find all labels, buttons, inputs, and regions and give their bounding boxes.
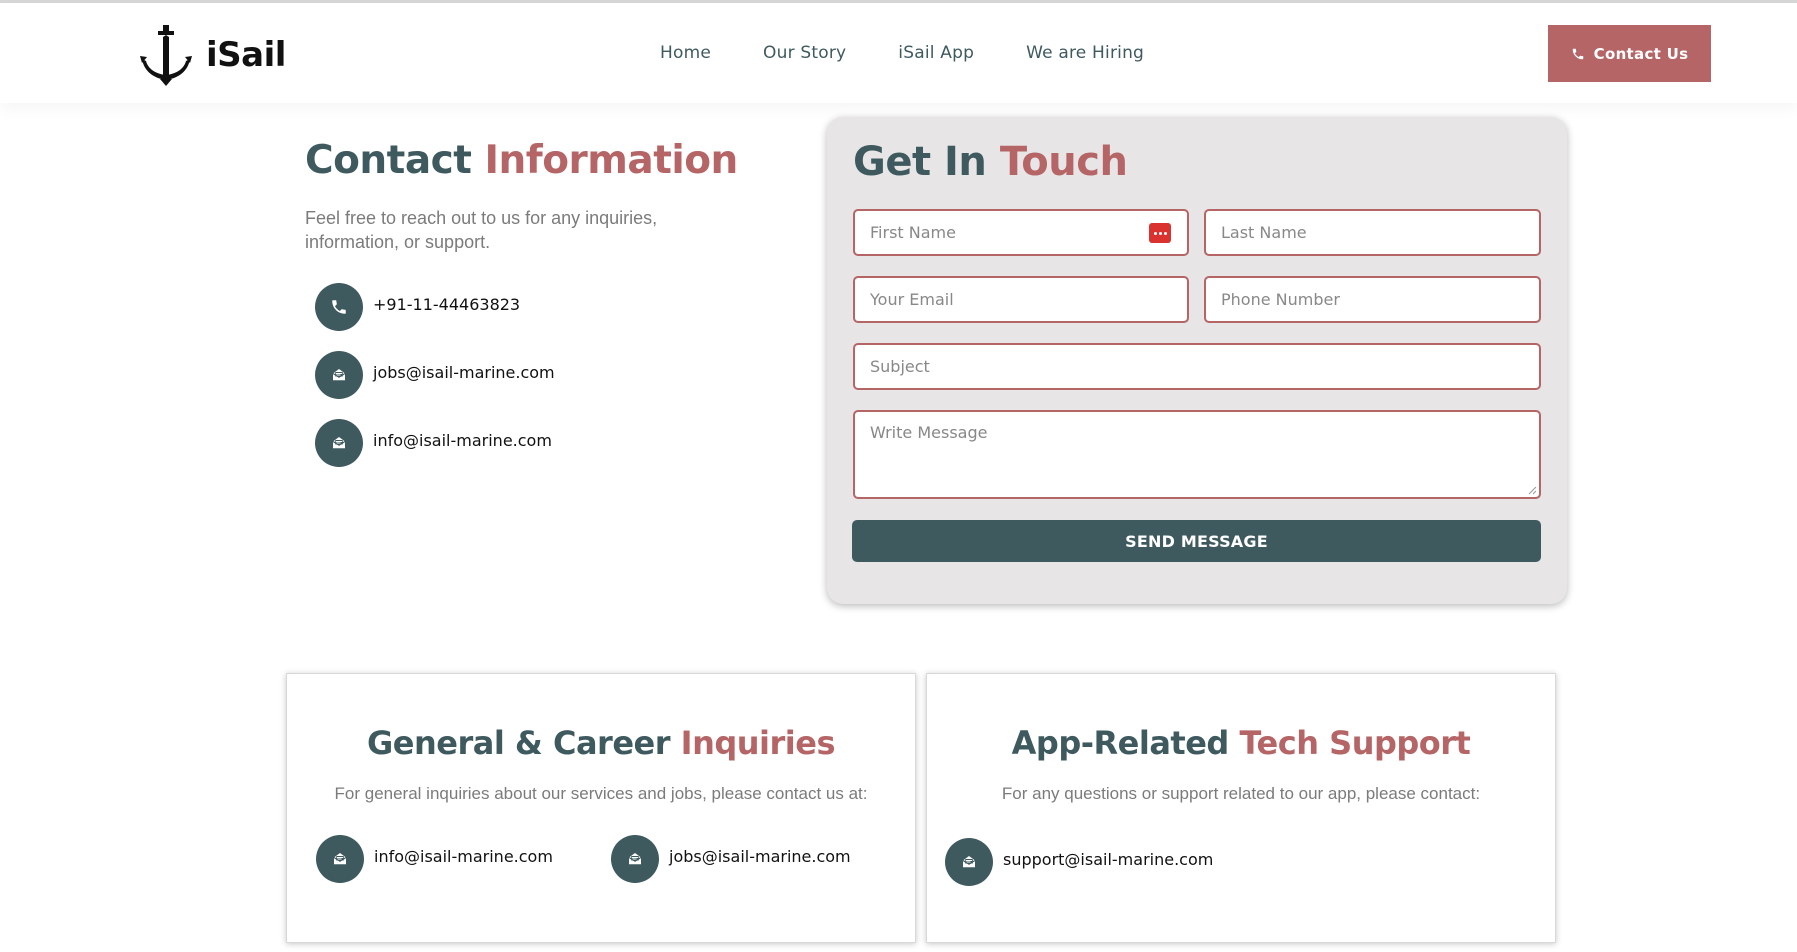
mail-icon-badge: [945, 838, 993, 886]
main-nav: Home Our Story iSail App We are Hiring: [660, 43, 1196, 63]
nav-home[interactable]: Home: [660, 43, 711, 63]
resize-handle-icon[interactable]: [1527, 485, 1537, 495]
mail-open-icon: [332, 437, 346, 449]
contact-info-description: Feel free to reach out to us for any inq…: [305, 208, 658, 252]
mail-icon-badge: [315, 351, 363, 399]
password-manager-icon[interactable]: [1149, 223, 1171, 243]
contact-info-email[interactable]: info@isail-marine.com: [373, 431, 552, 450]
form-title: Get In Touch: [853, 139, 1128, 185]
email-placeholder: Your Email: [870, 290, 954, 309]
form-title-part2: Touch: [999, 139, 1128, 185]
subject-placeholder: Subject: [870, 357, 930, 376]
contact-info-email-item: info@isail-marine.com: [315, 419, 552, 467]
contact-us-button[interactable]: Contact Us: [1548, 25, 1711, 82]
general-card-description: For general inquiries about our services…: [334, 784, 868, 803]
tech-support-email-item: support@isail-marine.com: [945, 838, 1213, 886]
nav-our-story[interactable]: Our Story: [763, 43, 846, 63]
tech-card-title-part1: App-Related: [1011, 724, 1230, 762]
tech-support-email[interactable]: support@isail-marine.com: [1003, 850, 1213, 869]
first-name-placeholder: First Name: [870, 223, 956, 242]
phone-number-field[interactable]: Phone Number: [1204, 276, 1541, 323]
general-card-title-part2: Inquiries: [680, 724, 836, 762]
contact-jobs-email[interactable]: jobs@isail-marine.com: [373, 363, 555, 382]
nav-we-are-hiring[interactable]: We are Hiring: [1026, 43, 1144, 63]
contact-info-title-part1: Contact: [305, 138, 472, 183]
tech-card-description: For any questions or support related to …: [1001, 784, 1481, 803]
phone-icon: [332, 300, 346, 314]
general-jobs-email[interactable]: jobs@isail-marine.com: [669, 847, 851, 866]
site-header: iSail Home Our Story iSail App We are Hi…: [0, 3, 1797, 103]
email-field[interactable]: Your Email: [853, 276, 1189, 323]
last-name-placeholder: Last Name: [1221, 223, 1307, 242]
mail-open-icon: [628, 853, 642, 865]
logo-text: iSail: [206, 35, 286, 75]
contact-form-card: Get In Touch First Name Last Name Your E…: [827, 117, 1567, 604]
last-name-field[interactable]: Last Name: [1204, 209, 1541, 256]
anchor-icon: [140, 25, 192, 86]
general-card-title-part1: General & Career: [366, 724, 671, 762]
nav-isail-app[interactable]: iSail App: [898, 43, 974, 63]
mail-open-icon: [962, 856, 976, 868]
general-info-email-item: info@isail-marine.com: [316, 835, 553, 883]
contact-us-label: Contact Us: [1593, 44, 1689, 63]
send-message-button[interactable]: SEND MESSAGE: [852, 520, 1541, 562]
contact-jobs-email-item: jobs@isail-marine.com: [315, 351, 555, 399]
message-textarea[interactable]: Write Message: [853, 410, 1541, 499]
mail-open-icon: [332, 369, 346, 381]
general-info-email[interactable]: info@isail-marine.com: [374, 847, 553, 866]
phone-icon: [1572, 48, 1583, 59]
form-title-part1: Get In: [853, 139, 987, 185]
contact-info-title: Contact Information: [305, 138, 738, 183]
tech-support-card: App-Related Tech Support For any questio…: [926, 673, 1556, 943]
mail-open-icon: [333, 853, 347, 865]
general-card-title: General & Career Inquiries: [287, 724, 915, 762]
phone-number-placeholder: Phone Number: [1221, 290, 1340, 309]
first-name-field[interactable]: First Name: [853, 209, 1189, 256]
general-jobs-email-item: jobs@isail-marine.com: [611, 835, 851, 883]
subject-field[interactable]: Subject: [853, 343, 1541, 390]
contact-phone[interactable]: +91-11-44463823: [373, 295, 520, 314]
phone-icon-badge: [315, 283, 363, 331]
mail-icon-badge: [316, 835, 364, 883]
mail-icon-badge: [611, 835, 659, 883]
message-placeholder: Write Message: [870, 423, 988, 442]
contact-info-title-part2: Information: [484, 138, 738, 183]
general-inquiries-card: General & Career Inquiries For general i…: [286, 673, 916, 943]
tech-card-title: App-Related Tech Support: [927, 724, 1555, 762]
tech-card-title-part2: Tech Support: [1239, 724, 1471, 762]
contact-phone-item: +91-11-44463823: [315, 283, 520, 331]
logo[interactable]: iSail: [138, 23, 286, 87]
mail-icon-badge: [315, 419, 363, 467]
